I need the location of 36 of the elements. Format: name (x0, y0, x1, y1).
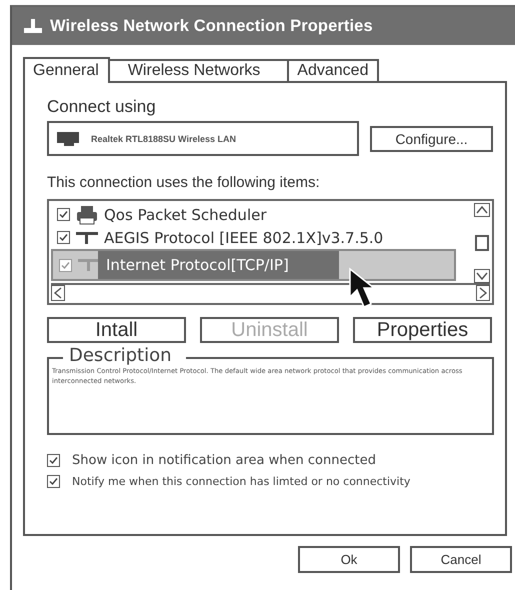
button[interactable]: Properties (353, 317, 492, 343)
button[interactable]: Intall (47, 317, 186, 343)
printer-icon (76, 204, 98, 224)
scroll-left-icon (51, 285, 65, 301)
section-label: This connection uses the following items: (47, 174, 321, 191)
button[interactable]: Ok (298, 546, 400, 573)
scroll-down-icon (474, 269, 490, 283)
network-icon (78, 259, 100, 271)
checkbox[interactable] (47, 454, 60, 467)
option-label: Show icon in notification area when connected (72, 453, 376, 468)
network-card-icon (57, 132, 79, 146)
window-title: Wireless Network Connection Properties (50, 16, 373, 36)
item-label: Qos Packet Scheduler (104, 206, 267, 224)
list-item[interactable]: Internet Protocol[TCP/IP] (51, 249, 456, 281)
section-label: Connect using (47, 97, 157, 117)
tab[interactable]: Advanced (287, 59, 380, 81)
network-icon (24, 19, 42, 33)
checkbox[interactable] (57, 208, 70, 221)
button[interactable]: Cancel (410, 546, 512, 573)
option-label: Notify me when this connection has limted or no connectivity (72, 475, 410, 488)
checkbox[interactable] (47, 475, 60, 488)
list-item[interactable]: AEGIS Protocol [IEEE 802.1X]v3.7.5.0 (57, 226, 457, 249)
configure-button[interactable]: Configure... (370, 126, 493, 152)
network-icon (76, 232, 98, 244)
scroll-thumb[interactable] (475, 235, 489, 251)
item-label: Internet Protocol[TCP/IP] (98, 251, 339, 279)
item-label: AEGIS Protocol [IEEE 802.1X]v3.7.5.0 (104, 228, 384, 246)
checkbox[interactable] (59, 258, 72, 272)
tab[interactable]: Genneral (23, 57, 110, 83)
group-label: Description (63, 345, 186, 366)
scroll-right-icon (476, 285, 490, 301)
adapter-name: Realtek RTL8188SU Wireless LAN (91, 134, 236, 144)
vertical-scrollbar[interactable] (474, 203, 490, 283)
scroll-up-icon (474, 203, 490, 217)
list-item[interactable]: Qos Packet Scheduler (57, 203, 457, 226)
checkbox[interactable] (57, 231, 70, 244)
